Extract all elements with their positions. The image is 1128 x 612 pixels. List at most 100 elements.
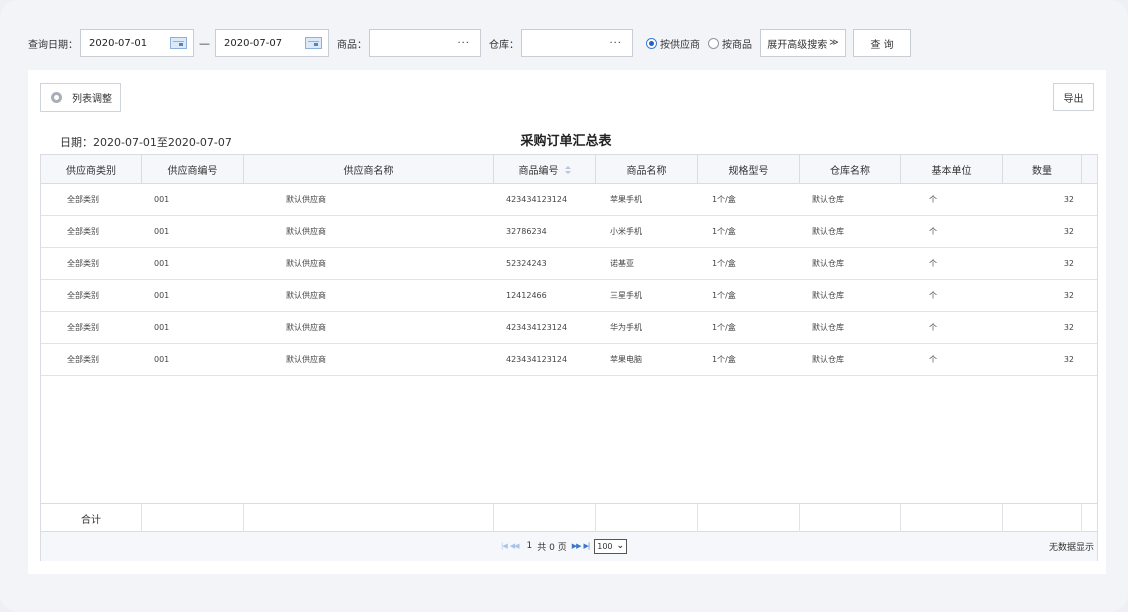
- cell-unit: 个: [929, 227, 937, 236]
- query-button[interactable]: 查 询: [853, 29, 911, 57]
- cell-goods-code: 423434123124: [506, 195, 568, 204]
- cell-supplier-name: 默认供应商: [286, 355, 326, 364]
- table-row[interactable]: 全部类别 001 默认供应商 423434123124 苹果手机 1个/盒 默认仓库 个 32: [41, 184, 1097, 216]
- cell-supplier-name: 默认供应商: [286, 323, 326, 332]
- calendar-icon[interactable]: [305, 37, 322, 49]
- export-button[interactable]: 导出: [1053, 83, 1094, 111]
- cell-supplier-code: 001: [154, 355, 170, 364]
- pagination-controls: |◀ ◀◀ 1 共 0 页 ▶▶ ▶| 100 ⌄: [501, 538, 628, 554]
- total-cell: [698, 504, 800, 532]
- cell-goods-name: 诺基亚: [610, 259, 634, 268]
- radio-by-supplier[interactable]: 按供应商: [646, 36, 700, 51]
- cell-warehouse: 默认仓库: [812, 259, 844, 268]
- cell-supplier-category: 全部类别: [67, 355, 99, 364]
- warehouse-lookup-input[interactable]: ···: [521, 29, 633, 57]
- radio-unchecked-icon[interactable]: [708, 37, 719, 49]
- list-adjust-label: 列表调整: [72, 94, 112, 105]
- cell-unit: 个: [929, 195, 937, 204]
- cell-supplier-code: 001: [154, 259, 170, 268]
- data-grid: 供应商类别 供应商编号 供应商名称 商品编号 商品名称 规格型号 仓库名称 基本…: [40, 154, 1098, 561]
- cell-quantity: 32: [1063, 259, 1074, 268]
- cell-supplier-name: 默认供应商: [286, 195, 326, 204]
- col-header-quantity[interactable]: 数量: [1003, 155, 1082, 184]
- col-header-supplier-name[interactable]: 供应商名称: [244, 155, 494, 184]
- col-header-unit[interactable]: 基本单位: [901, 155, 1003, 184]
- col-header-goods-code[interactable]: 商品编号: [494, 155, 596, 184]
- advanced-search-button[interactable]: 展开高级搜索 ≫: [760, 29, 846, 57]
- cell-warehouse: 默认仓库: [812, 355, 844, 364]
- col-header-goods-name[interactable]: 商品名称: [596, 155, 698, 184]
- pagination-bar: |◀ ◀◀ 1 共 0 页 ▶▶ ▶| 100 ⌄ 无数据显示: [41, 532, 1097, 561]
- page-size-select[interactable]: 100 ⌄: [594, 538, 628, 554]
- date-from-input[interactable]: 2020-07-01: [80, 29, 194, 57]
- cell-goods-code: 52324243: [506, 259, 547, 268]
- pagination-status: 无数据显示: [1048, 543, 1094, 553]
- col-header-warehouse[interactable]: 仓库名称: [800, 155, 901, 184]
- table-row[interactable]: 全部类别 001 默认供应商 12412466 三星手机 1个/盒 默认仓库 个 32: [41, 280, 1097, 312]
- cell-spec: 1个/盒: [712, 227, 736, 236]
- cell-goods-code: 423434123124: [506, 323, 568, 332]
- warehouse-label: 仓库：: [489, 39, 519, 51]
- list-adjust-button[interactable]: 列表调整: [40, 83, 121, 112]
- cell-unit: 个: [929, 259, 937, 268]
- date-to-input[interactable]: 2020-07-07: [215, 29, 329, 57]
- table-row[interactable]: 全部类别 001 默认供应商 52324243 诺基亚 1个/盒 默认仓库 个 32: [41, 248, 1097, 280]
- col-header-spec[interactable]: 规格型号: [698, 155, 800, 184]
- advanced-search-label: 展开高级搜索: [767, 39, 828, 51]
- radio-checked-icon[interactable]: [646, 37, 657, 49]
- cell-supplier-code: 001: [154, 195, 170, 204]
- total-cell: [142, 504, 244, 532]
- filter-bar: 查询日期： 2020-07-01 — 2020-07-07 商品： ··· 仓库…: [28, 29, 911, 57]
- date-from-value: 2020-07-01: [89, 37, 148, 49]
- col-header-supplier-category[interactable]: 供应商类别: [41, 155, 142, 184]
- cell-unit: 个: [929, 355, 937, 364]
- grid-total-row: 合计: [41, 503, 1097, 532]
- date-label: 查询日期：: [28, 39, 78, 51]
- cell-warehouse: 默认仓库: [812, 291, 844, 300]
- table-row[interactable]: 全部类别 001 默认供应商 423434123124 华为手机 1个/盒 默认仓库 个 32: [41, 312, 1097, 344]
- app-window: 查询日期： 2020-07-01 — 2020-07-07 商品： ··· 仓库…: [0, 0, 1128, 612]
- col-header-goods-code-label: 商品编号: [518, 166, 559, 177]
- gear-icon: [51, 92, 62, 103]
- cell-quantity: 32: [1063, 195, 1074, 204]
- cell-goods-name: 苹果手机: [610, 195, 642, 204]
- next-page-icon[interactable]: ▶▶: [572, 542, 582, 550]
- cell-spec: 1个/盒: [712, 323, 736, 332]
- table-row[interactable]: 全部类别 001 默认供应商 32786234 小米手机 1个/盒 默认仓库 个 32: [41, 216, 1097, 248]
- radio-by-supplier-label: 按供应商: [660, 39, 700, 51]
- radio-by-goods[interactable]: 按商品: [708, 36, 752, 51]
- total-cell: [800, 504, 901, 532]
- page-number[interactable]: 1: [527, 541, 533, 551]
- cell-unit: 个: [929, 323, 937, 332]
- cell-goods-code: 423434123124: [506, 355, 568, 364]
- cell-goods-name: 小米手机: [610, 227, 642, 236]
- cell-goods-code: 32786234: [506, 227, 547, 236]
- col-header-supplier-code[interactable]: 供应商编号: [142, 155, 244, 184]
- date-to-value: 2020-07-07: [224, 37, 283, 49]
- cell-supplier-category: 全部类别: [67, 227, 99, 236]
- ellipsis-icon[interactable]: ···: [457, 38, 470, 49]
- cell-supplier-category: 全部类别: [67, 323, 99, 332]
- prev-page-icon[interactable]: ◀◀: [510, 542, 520, 550]
- grid-header: 供应商类别 供应商编号 供应商名称 商品编号 商品名称 规格型号 仓库名称 基本…: [41, 155, 1097, 184]
- page-size-value: 100: [597, 541, 613, 551]
- radio-by-goods-label: 按商品: [722, 39, 752, 51]
- first-page-icon[interactable]: |◀: [501, 542, 508, 550]
- goods-lookup-input[interactable]: ···: [369, 29, 481, 57]
- cell-supplier-category: 全部类别: [67, 259, 99, 268]
- total-cell: [244, 504, 494, 532]
- sort-icon[interactable]: [564, 165, 571, 174]
- date-separator: —: [199, 36, 210, 50]
- cell-quantity: 32: [1063, 291, 1074, 300]
- last-page-icon[interactable]: ▶|: [584, 542, 591, 550]
- ellipsis-icon[interactable]: ···: [609, 38, 622, 49]
- cell-supplier-code: 001: [154, 323, 170, 332]
- cell-unit: 个: [929, 291, 937, 300]
- cell-supplier-code: 001: [154, 291, 170, 300]
- total-label: 合计: [41, 504, 142, 532]
- table-row[interactable]: 全部类别 001 默认供应商 423434123124 苹果电脑 1个/盒 默认仓库 个 32: [41, 344, 1097, 376]
- calendar-icon[interactable]: [170, 37, 187, 49]
- cell-supplier-category: 全部类别: [67, 291, 99, 300]
- page-total: 共 0 页: [537, 542, 567, 553]
- total-cell: [1003, 504, 1082, 532]
